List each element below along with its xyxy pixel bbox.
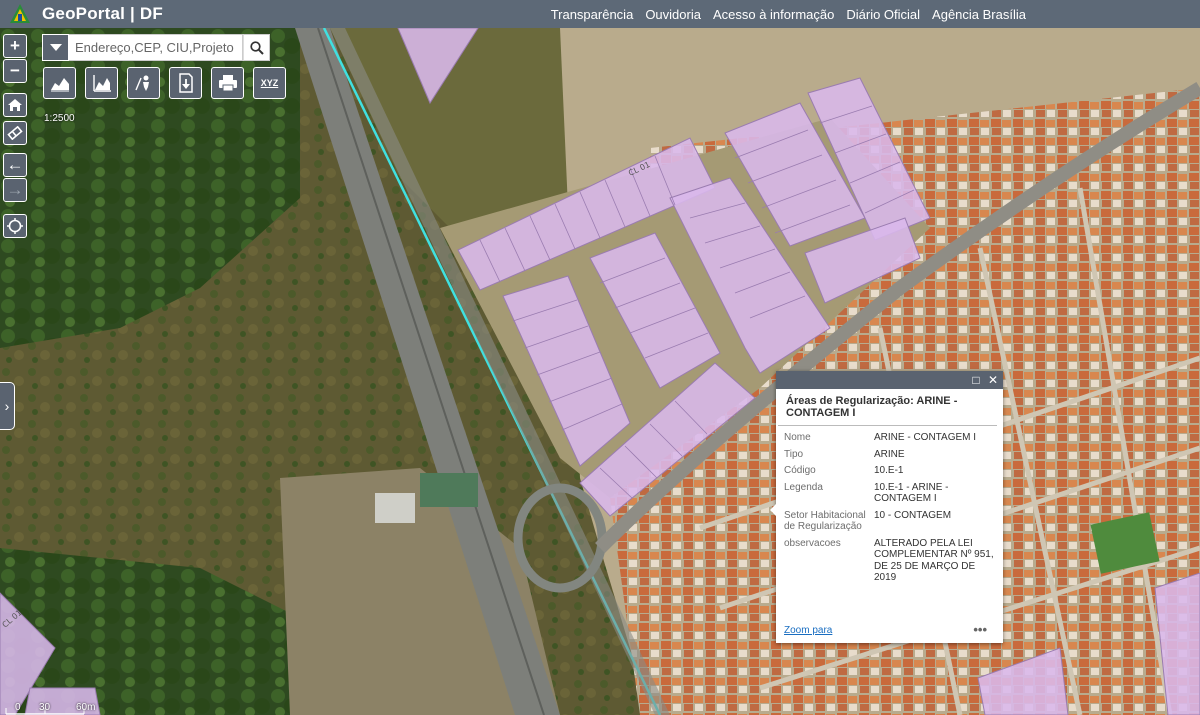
attribute-row: observacoes ALTERADO PELA LEI COMPLEMENT… xyxy=(784,536,997,587)
attribute-key: Tipo xyxy=(784,448,804,460)
search-bar xyxy=(42,34,270,61)
attribute-key: Setor Habitacional de Regularização xyxy=(784,509,866,533)
street-view-icon xyxy=(134,75,149,91)
attribute-row: Setor Habitacional de Regularização 10 -… xyxy=(784,508,997,536)
close-icon[interactable]: ✕ xyxy=(986,373,1000,387)
attribute-value: 10.E-1 - ARINE - CONTAGEM I xyxy=(874,481,949,505)
satellite-imagery: CL 01 CL 01 xyxy=(0,28,1200,715)
forward-button[interactable]: → xyxy=(3,178,27,202)
attribute-key: Código xyxy=(784,465,816,476)
expand-panel-tab[interactable]: › xyxy=(0,382,15,430)
caret-down-icon xyxy=(49,43,62,51)
back-button[interactable]: ← xyxy=(3,153,27,177)
attribute-row: Legenda 10.E-1 - ARINE - CONTAGEM I xyxy=(784,480,997,508)
print-button[interactable] xyxy=(211,67,244,99)
eraser-icon xyxy=(7,126,23,140)
gdf-logo-icon[interactable] xyxy=(8,3,32,25)
maximize-icon[interactable]: □ xyxy=(969,373,983,387)
locate-button[interactable] xyxy=(3,214,27,238)
attribute-row: Tipo ARINE xyxy=(784,447,997,464)
feature-popup: □ ✕ Áreas de Regularização: ARINE - CONT… xyxy=(770,371,1003,643)
popup-title: Áreas de Regularização: ARINE - CONTAGEM… xyxy=(778,389,997,426)
scale-bar-label-30: 30 xyxy=(39,702,51,713)
attribute-value: 10.E-1 xyxy=(874,465,904,476)
elevation-profile-button[interactable] xyxy=(85,67,118,99)
download-button[interactable] xyxy=(169,67,202,99)
home-button[interactable] xyxy=(3,93,27,117)
attribute-key: observacoes xyxy=(784,537,841,549)
attribute-value: ALTERADO PELA LEI COMPLEMENTAR Nº 951, D… xyxy=(874,537,994,584)
scale-bar-label-0: 0 xyxy=(15,702,21,713)
search-input[interactable] xyxy=(69,34,243,61)
attribute-key: Legenda xyxy=(784,481,823,493)
arrow-right-icon: → xyxy=(6,180,24,199)
attribute-row: Nome ARINE - CONTAGEM I xyxy=(784,430,997,447)
popup-pointer xyxy=(770,503,777,517)
area-profile-icon xyxy=(50,78,69,92)
zoom-out-button[interactable]: − xyxy=(3,59,27,83)
arrow-left-icon: ← xyxy=(6,155,24,174)
zoom-to-link[interactable]: Zoom para xyxy=(784,625,832,636)
nav-link-ouvidoria[interactable]: Ouvidoria xyxy=(645,7,701,22)
crosshair-icon xyxy=(7,218,23,234)
home-icon xyxy=(8,99,22,111)
search-icon xyxy=(249,40,264,55)
app-title[interactable]: GeoPortal | DF xyxy=(42,4,163,24)
map-scale-label: 1:2500 xyxy=(44,113,75,124)
nav-link-transparencia[interactable]: Transparência xyxy=(551,7,634,22)
attribute-value: ARINE xyxy=(874,448,905,460)
top-nav: Transparência Ouvidoria Acesso à informa… xyxy=(539,0,1026,28)
scale-bar-label-60: 60m xyxy=(76,702,96,713)
zoom-in-button[interactable]: + xyxy=(3,34,27,58)
search-source-dropdown[interactable] xyxy=(42,34,69,61)
eraser-button[interactable] xyxy=(3,121,27,145)
minus-icon: − xyxy=(10,61,20,80)
attribute-row: Código 10.E-1 xyxy=(784,463,997,480)
nav-link-diario-oficial[interactable]: Diário Oficial xyxy=(846,7,920,22)
download-file-icon xyxy=(178,73,193,93)
chevron-right-icon: › xyxy=(4,398,10,414)
nav-link-agencia-brasilia[interactable]: Agência Brasília xyxy=(932,7,1026,22)
nav-link-acesso-informacao[interactable]: Acesso à informação xyxy=(713,7,834,22)
attribute-value: 10 - CONTAGEM xyxy=(874,509,952,521)
popup-header: □ ✕ xyxy=(776,371,1003,389)
measure-area-button[interactable] xyxy=(43,67,76,99)
xyz-icon: XYZ xyxy=(260,78,279,88)
plus-icon: + xyxy=(10,36,20,55)
top-bar: GeoPortal | DF Transparência Ouvidoria A… xyxy=(0,0,1200,28)
elevation-chart-icon xyxy=(92,75,111,92)
search-button[interactable] xyxy=(243,34,270,61)
more-actions-icon[interactable]: ••• xyxy=(973,622,987,637)
attribute-value: ARINE - CONTAGEM I xyxy=(874,432,977,443)
map-canvas[interactable]: CL 01 CL 01 xyxy=(0,28,1200,715)
attribute-key: Nome xyxy=(784,432,811,443)
coordinates-button[interactable]: XYZ xyxy=(253,67,286,99)
attribute-table: Nome ARINE - CONTAGEM I Tipo ARINE Códig… xyxy=(784,430,997,587)
printer-icon xyxy=(218,75,237,92)
popup-footer: Zoom para ••• xyxy=(784,622,995,639)
street-view-button[interactable] xyxy=(127,67,160,99)
